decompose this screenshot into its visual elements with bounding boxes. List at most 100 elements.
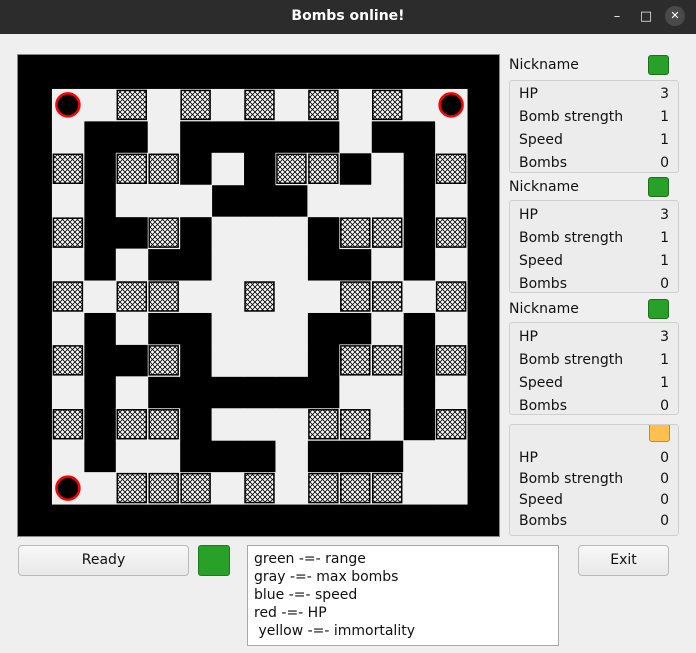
stat-bombs: Bombs 0 xyxy=(519,155,669,172)
title-bar: Bombs online! – □ ✕ xyxy=(0,0,696,34)
crate-tile xyxy=(340,472,371,504)
stat-value: 0 xyxy=(660,276,669,292)
stat-value: 1 xyxy=(660,375,669,391)
stat-value: 0 xyxy=(660,492,669,508)
player-stats: HP 3 Bomb strength 1 Speed 1 Bombs 0 xyxy=(509,200,679,293)
floor-tile xyxy=(211,88,245,122)
floor-tile xyxy=(179,184,213,218)
stat-label: HP xyxy=(519,329,538,345)
legend-line: blue -=- speed xyxy=(254,587,358,603)
stat-value: 0 xyxy=(660,471,669,487)
crate-tile xyxy=(148,409,179,440)
player-nickname: Nickname xyxy=(509,301,579,317)
stat-bomb-strength: Bomb strength 0 xyxy=(519,471,669,491)
crate-tile xyxy=(308,472,339,504)
floor-tile xyxy=(275,408,308,441)
stat-value: 0 xyxy=(660,155,669,171)
floor-tile xyxy=(83,280,117,313)
crate-tile xyxy=(435,409,467,440)
crate-tile xyxy=(372,89,403,121)
floor-tile xyxy=(243,312,276,345)
stat-label: HP xyxy=(519,450,538,466)
ready-status-indicator xyxy=(198,545,230,576)
floor-tile xyxy=(51,184,85,218)
floor-tile xyxy=(243,344,276,377)
stat-bombs: Bombs 0 xyxy=(519,513,669,533)
stat-bombs: Bombs 0 xyxy=(519,398,669,414)
player-header: Nickname xyxy=(509,176,680,198)
floor-tile xyxy=(339,376,372,409)
floor-tile xyxy=(147,184,181,218)
stat-label: Bombs xyxy=(519,155,567,171)
close-icon[interactable]: ✕ xyxy=(665,6,685,26)
minimize-icon[interactable]: – xyxy=(605,0,629,34)
floor-tile xyxy=(115,376,149,409)
player-color-swatch xyxy=(649,425,670,442)
floor-tile xyxy=(275,472,308,505)
floor-tile xyxy=(51,376,85,409)
floor-tile xyxy=(211,216,245,250)
stat-hp: HP 3 xyxy=(519,207,669,227)
exit-button[interactable]: Exit xyxy=(578,545,669,576)
crate-tile xyxy=(435,345,467,376)
crate-tile xyxy=(340,281,371,312)
floor-tile xyxy=(211,344,245,377)
floor-tile xyxy=(211,152,245,186)
powerup-legend: green -=- range gray -=- max bombs blue … xyxy=(247,545,559,646)
floor-tile xyxy=(371,152,404,186)
player-color-swatch xyxy=(648,299,669,319)
crate-tile xyxy=(308,153,339,184)
crate-tile xyxy=(308,409,339,440)
stat-label: HP xyxy=(519,86,538,102)
floor-tile xyxy=(147,120,181,154)
floor-tile xyxy=(403,280,436,313)
player-stats: HP 3 Bomb strength 1 Speed 1 Bombs 0 xyxy=(509,80,679,173)
stat-label: Bombs xyxy=(519,513,567,529)
crate-tile xyxy=(52,217,84,248)
crate-tile xyxy=(116,409,147,440)
floor-tile xyxy=(51,120,85,154)
maximize-icon[interactable]: □ xyxy=(634,0,658,34)
floor-tile xyxy=(211,248,245,282)
player-color-swatch xyxy=(648,55,669,75)
floor-tile xyxy=(307,280,340,313)
floor-tile xyxy=(435,120,468,154)
stat-value: 3 xyxy=(660,207,669,223)
legend-line: yellow -=- immortality xyxy=(254,623,415,639)
crate-tile xyxy=(340,345,371,376)
stat-speed: Speed 1 xyxy=(519,253,669,273)
crate-tile xyxy=(244,89,275,121)
floor-tile xyxy=(243,408,276,441)
floor-tile xyxy=(211,472,245,505)
ready-button[interactable]: Ready xyxy=(18,545,189,576)
crate-tile xyxy=(52,345,84,376)
player-header: Nickname xyxy=(509,298,680,320)
crate-tile xyxy=(435,217,467,248)
floor-tile xyxy=(307,184,340,218)
crate-tile xyxy=(116,472,147,504)
floor-tile xyxy=(147,440,181,473)
stat-value: 3 xyxy=(660,329,669,345)
stat-bomb-strength: Bomb strength 1 xyxy=(519,352,669,372)
crate-tile xyxy=(435,153,467,184)
floor-tile xyxy=(371,408,404,441)
floor-tile xyxy=(435,376,468,409)
floor-tile xyxy=(51,440,85,473)
floor-tile xyxy=(275,344,308,377)
crate-tile xyxy=(52,409,84,440)
floor-tile xyxy=(179,280,213,313)
stat-value: 1 xyxy=(660,253,669,269)
crate-tile xyxy=(116,153,147,184)
stat-value: 0 xyxy=(660,398,669,414)
stat-speed: Speed 0 xyxy=(519,492,669,512)
crate-tile xyxy=(116,89,147,121)
crate-tile xyxy=(148,345,179,376)
floor-tile xyxy=(403,88,436,122)
player-stats: HP 3 Bomb strength 1 Speed 1 Bombs 0 xyxy=(509,322,679,415)
floor-tile xyxy=(371,376,404,409)
stat-value: 0 xyxy=(660,513,669,529)
stat-label: Bomb strength xyxy=(519,471,624,487)
floor-tile xyxy=(83,472,117,505)
crate-tile xyxy=(148,217,179,248)
game-board[interactable] xyxy=(20,57,499,536)
